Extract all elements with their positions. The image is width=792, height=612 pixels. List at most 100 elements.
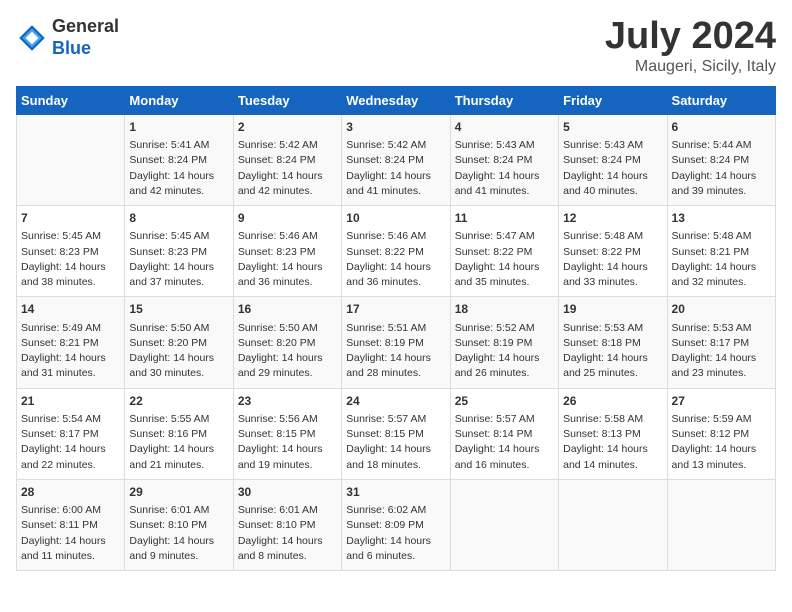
calendar-table: SundayMondayTuesdayWednesdayThursdayFrid… (16, 86, 776, 571)
logo-icon (16, 22, 48, 54)
day-number: 22 (129, 393, 228, 410)
logo-general-text: General (52, 16, 119, 38)
calendar-cell: 17 Sunrise: 5:51 AMSunset: 8:19 PMDayligh… (342, 297, 450, 388)
title-area: July 2024 Maugeri, Sicily, Italy (605, 16, 776, 76)
day-info: Sunrise: 6:02 AMSunset: 8:09 PMDaylight:… (346, 503, 445, 564)
day-number: 16 (238, 301, 337, 318)
day-info: Sunrise: 5:53 AMSunset: 8:17 PMDaylight:… (672, 321, 771, 382)
day-info: Sunrise: 5:42 AMSunset: 8:24 PMDaylight:… (346, 138, 445, 199)
day-number: 23 (238, 393, 337, 410)
calendar-cell (559, 479, 667, 570)
day-info: Sunrise: 5:56 AMSunset: 8:15 PMDaylight:… (238, 412, 337, 473)
calendar-cell (667, 479, 775, 570)
calendar-week-row: 28 Sunrise: 6:00 AMSunset: 8:11 PMDayligh… (17, 479, 776, 570)
calendar-cell: 18 Sunrise: 5:52 AMSunset: 8:19 PMDayligh… (450, 297, 558, 388)
calendar-cell: 11 Sunrise: 5:47 AMSunset: 8:22 PMDayligh… (450, 206, 558, 297)
day-number: 3 (346, 119, 445, 136)
day-number: 20 (672, 301, 771, 318)
day-number: 21 (21, 393, 120, 410)
day-info: Sunrise: 5:48 AMSunset: 8:21 PMDaylight:… (672, 229, 771, 290)
location-title: Maugeri, Sicily, Italy (605, 58, 776, 76)
calendar-cell: 13 Sunrise: 5:48 AMSunset: 8:21 PMDayligh… (667, 206, 775, 297)
weekday-header-row: SundayMondayTuesdayWednesdayThursdayFrid… (17, 86, 776, 114)
calendar-cell: 27 Sunrise: 5:59 AMSunset: 8:12 PMDayligh… (667, 388, 775, 479)
calendar-cell: 6 Sunrise: 5:44 AMSunset: 8:24 PMDaylight… (667, 114, 775, 205)
day-number: 25 (455, 393, 554, 410)
month-title: July 2024 (605, 16, 776, 58)
calendar-cell (450, 479, 558, 570)
day-info: Sunrise: 5:52 AMSunset: 8:19 PMDaylight:… (455, 321, 554, 382)
day-info: Sunrise: 5:48 AMSunset: 8:22 PMDaylight:… (563, 229, 662, 290)
calendar-cell: 10Sunrise: 5:46 AMSunset: 8:22 PMDayligh… (342, 206, 450, 297)
day-number: 10 (346, 210, 445, 227)
calendar-cell: 23 Sunrise: 5:56 AMSunset: 8:15 PMDayligh… (233, 388, 341, 479)
day-info: Sunrise: 5:55 AMSunset: 8:16 PMDaylight:… (129, 412, 228, 473)
calendar-cell (17, 114, 125, 205)
calendar-cell: 4Sunrise: 5:43 AMSunset: 8:24 PMDaylight… (450, 114, 558, 205)
calendar-week-row: 14 Sunrise: 5:49 AMSunset: 8:21 PMDayligh… (17, 297, 776, 388)
calendar-cell: 31 Sunrise: 6:02 AMSunset: 8:09 PMDayligh… (342, 479, 450, 570)
calendar-cell: 8 Sunrise: 5:45 AMSunset: 8:23 PMDaylight… (125, 206, 233, 297)
day-number: 13 (672, 210, 771, 227)
day-info: Sunrise: 5:44 AMSunset: 8:24 PMDaylight:… (672, 138, 771, 199)
day-number: 5 (563, 119, 662, 136)
day-number: 6 (672, 119, 771, 136)
weekday-header-sunday: Sunday (17, 86, 125, 114)
calendar-cell: 3 Sunrise: 5:42 AMSunset: 8:24 PMDaylight… (342, 114, 450, 205)
day-info: Sunrise: 5:43 AMSunset: 8:24 PMDaylight:… (563, 138, 662, 199)
calendar-cell: 2Sunrise: 5:42 AMSunset: 8:24 PMDaylight… (233, 114, 341, 205)
day-info: Sunrise: 5:58 AMSunset: 8:13 PMDaylight:… (563, 412, 662, 473)
day-info: Sunrise: 5:53 AMSunset: 8:18 PMDaylight:… (563, 321, 662, 382)
day-info: Sunrise: 5:41 AMSunset: 8:24 PMDaylight:… (129, 138, 228, 199)
day-number: 14 (21, 301, 120, 318)
calendar-cell: 19 Sunrise: 5:53 AMSunset: 8:18 PMDayligh… (559, 297, 667, 388)
day-number: 31 (346, 484, 445, 501)
day-info: Sunrise: 5:42 AMSunset: 8:24 PMDaylight:… (238, 138, 337, 199)
day-number: 7 (21, 210, 120, 227)
day-info: Sunrise: 5:50 AMSunset: 8:20 PMDaylight:… (129, 321, 228, 382)
calendar-cell: 25Sunrise: 5:57 AMSunset: 8:14 PMDayligh… (450, 388, 558, 479)
calendar-cell: 28 Sunrise: 6:00 AMSunset: 8:11 PMDayligh… (17, 479, 125, 570)
calendar-cell: 30Sunrise: 6:01 AMSunset: 8:10 PMDayligh… (233, 479, 341, 570)
day-number: 19 (563, 301, 662, 318)
logo-blue-text: Blue (52, 38, 119, 60)
day-info: Sunrise: 5:47 AMSunset: 8:22 PMDaylight:… (455, 229, 554, 290)
day-number: 26 (563, 393, 662, 410)
day-number: 24 (346, 393, 445, 410)
day-number: 17 (346, 301, 445, 318)
calendar-cell: 20 Sunrise: 5:53 AMSunset: 8:17 PMDayligh… (667, 297, 775, 388)
day-number: 9 (238, 210, 337, 227)
calendar-week-row: 7 Sunrise: 5:45 AMSunset: 8:23 PMDaylight… (17, 206, 776, 297)
calendar-cell: 1Sunrise: 5:41 AMSunset: 8:24 PMDaylight… (125, 114, 233, 205)
day-info: Sunrise: 5:57 AMSunset: 8:15 PMDaylight:… (346, 412, 445, 473)
day-number: 11 (455, 210, 554, 227)
day-number: 28 (21, 484, 120, 501)
day-info: Sunrise: 5:50 AMSunset: 8:20 PMDaylight:… (238, 321, 337, 382)
day-number: 8 (129, 210, 228, 227)
calendar-cell: 14 Sunrise: 5:49 AMSunset: 8:21 PMDayligh… (17, 297, 125, 388)
day-info: Sunrise: 5:49 AMSunset: 8:21 PMDaylight:… (21, 321, 120, 382)
calendar-cell: 16 Sunrise: 5:50 AMSunset: 8:20 PMDayligh… (233, 297, 341, 388)
day-number: 29 (129, 484, 228, 501)
day-info: Sunrise: 5:45 AMSunset: 8:23 PMDaylight:… (129, 229, 228, 290)
day-info: Sunrise: 5:46 AMSunset: 8:23 PMDaylight:… (238, 229, 337, 290)
day-number: 27 (672, 393, 771, 410)
weekday-header-thursday: Thursday (450, 86, 558, 114)
calendar-cell: 5 Sunrise: 5:43 AMSunset: 8:24 PMDaylight… (559, 114, 667, 205)
day-number: 18 (455, 301, 554, 318)
calendar-cell: 12 Sunrise: 5:48 AMSunset: 8:22 PMDayligh… (559, 206, 667, 297)
calendar-cell: 7Sunrise: 5:45 AMSunset: 8:23 PMDaylight… (17, 206, 125, 297)
day-number: 4 (455, 119, 554, 136)
day-number: 12 (563, 210, 662, 227)
calendar-cell: 26 Sunrise: 5:58 AMSunset: 8:13 PMDayligh… (559, 388, 667, 479)
day-number: 30 (238, 484, 337, 501)
day-number: 15 (129, 301, 228, 318)
calendar-cell: 24 Sunrise: 5:57 AMSunset: 8:15 PMDayligh… (342, 388, 450, 479)
day-info: Sunrise: 5:51 AMSunset: 8:19 PMDaylight:… (346, 321, 445, 382)
weekday-header-monday: Monday (125, 86, 233, 114)
day-info: Sunrise: 6:00 AMSunset: 8:11 PMDaylight:… (21, 503, 120, 564)
logo: General Blue (16, 16, 119, 59)
calendar-cell: 15 Sunrise: 5:50 AMSunset: 8:20 PMDayligh… (125, 297, 233, 388)
day-info: Sunrise: 5:59 AMSunset: 8:12 PMDaylight:… (672, 412, 771, 473)
calendar-cell: 22 Sunrise: 5:55 AMSunset: 8:16 PMDayligh… (125, 388, 233, 479)
